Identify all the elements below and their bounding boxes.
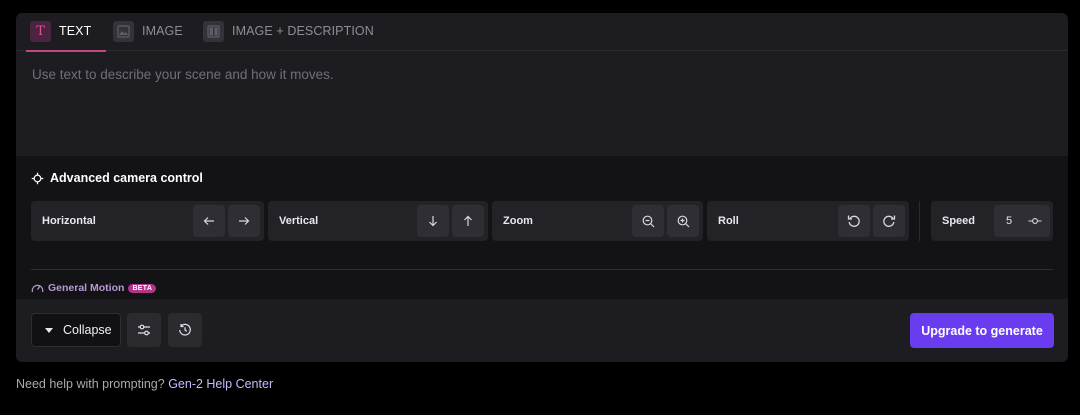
control-vertical: Vertical: [268, 201, 488, 241]
camera-control-section: Advanced camera control Horizontal Verti…: [16, 156, 1068, 299]
prompt-input[interactable]: [32, 67, 1042, 147]
pan-left-button[interactable]: [193, 205, 225, 237]
beta-badge: BETA: [128, 283, 157, 293]
gauge-icon: [31, 284, 44, 293]
text-icon: T: [30, 21, 51, 42]
image-icon: [113, 21, 134, 42]
caret-down-icon: [45, 327, 53, 333]
image-description-icon: [203, 21, 224, 42]
control-speed: Speed 5: [931, 201, 1053, 241]
tab-image[interactable]: IMAGE: [113, 21, 183, 51]
sliders-icon: [138, 324, 150, 336]
panel-footer: Collapse Upgrade to generate: [16, 299, 1068, 362]
speed-slider[interactable]: 5: [994, 205, 1050, 237]
rotate-cw-icon: [883, 215, 896, 227]
generator-panel: T TEXT IMAGE IMAGE + DESCRIPTION Advance…: [16, 13, 1068, 362]
zoom-in-button[interactable]: [667, 205, 699, 237]
help-text: Need help with prompting? Gen-2 Help Cen…: [16, 377, 274, 391]
roll-left-button[interactable]: [838, 205, 870, 237]
control-zoom: Zoom: [492, 201, 703, 241]
camera-control-title: Advanced camera control: [31, 171, 203, 185]
section-divider: [31, 269, 1053, 270]
arrow-left-icon: [203, 217, 214, 225]
rotate-ccw-icon: [847, 215, 860, 227]
tilt-down-button[interactable]: [417, 205, 449, 237]
control-divider: [919, 201, 920, 241]
roll-right-button[interactable]: [873, 205, 905, 237]
general-motion[interactable]: General Motion BETA: [31, 282, 157, 294]
control-horizontal: Horizontal: [31, 201, 264, 241]
zoom-in-icon: [677, 215, 689, 227]
zoom-out-icon: [642, 215, 654, 227]
history-icon: [179, 323, 191, 336]
pan-right-button[interactable]: [228, 205, 260, 237]
collapse-button[interactable]: Collapse: [31, 313, 121, 347]
settings-button[interactable]: [127, 313, 161, 347]
arrow-up-icon: [464, 215, 472, 226]
help-center-link[interactable]: Gen-2 Help Center: [168, 377, 273, 391]
zoom-out-button[interactable]: [632, 205, 664, 237]
camera-move-icon: [31, 172, 44, 184]
upgrade-to-generate-button[interactable]: Upgrade to generate: [910, 313, 1054, 348]
tab-text[interactable]: T TEXT: [26, 21, 106, 52]
control-roll: Roll: [707, 201, 909, 241]
slider-icon: [1028, 218, 1042, 224]
mode-tabs: T TEXT IMAGE IMAGE + DESCRIPTION: [16, 13, 1068, 52]
tilt-up-button[interactable]: [452, 205, 484, 237]
arrow-right-icon: [239, 217, 250, 225]
speed-value: 5: [1006, 215, 1013, 227]
tab-image-description[interactable]: IMAGE + DESCRIPTION: [203, 21, 374, 51]
arrow-down-icon: [429, 216, 437, 227]
history-button[interactable]: [168, 313, 202, 347]
